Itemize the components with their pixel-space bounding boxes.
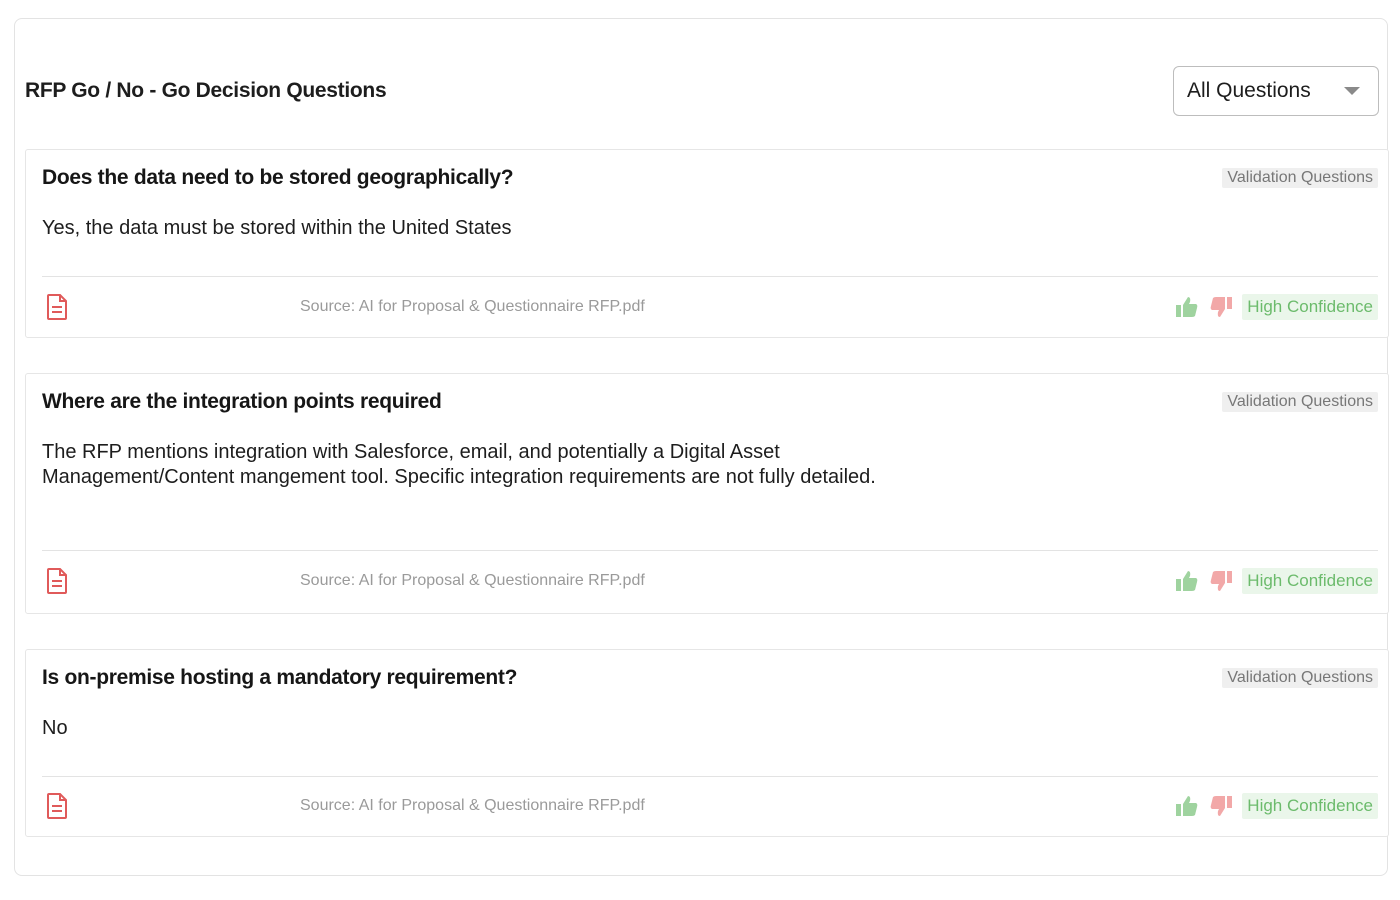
answer-text: Yes, the data must be stored within the … <box>42 217 512 239</box>
feedback-group: High Confidence <box>1174 793 1378 819</box>
source-link[interactable]: Source: AI for Proposal & Questionnaire … <box>300 797 645 815</box>
answer-text: The RFP mentions integration with Salesf… <box>42 441 876 488</box>
document-icon[interactable] <box>44 792 70 820</box>
thumbs-down-icon[interactable] <box>1208 568 1234 594</box>
card-divider <box>42 550 1378 551</box>
question-text: Does the data need to be stored geograph… <box>42 166 514 189</box>
feedback-group: High Confidence <box>1174 568 1378 594</box>
thumbs-down-icon[interactable] <box>1208 294 1234 320</box>
question-filter-select[interactable]: All Questions <box>1173 66 1379 116</box>
answer-text: No <box>42 717 68 739</box>
decision-questions-panel: RFP Go / No - Go Decision Questions All … <box>14 18 1389 876</box>
question-card: Where are the integration points require… <box>25 373 1389 614</box>
card-divider <box>42 276 1378 277</box>
panel-header: RFP Go / No - Go Decision Questions All … <box>25 65 1379 117</box>
card-divider <box>42 776 1378 777</box>
confidence-badge: High Confidence <box>1242 294 1378 320</box>
source-link[interactable]: Source: AI for Proposal & Questionnaire … <box>300 572 645 590</box>
question-card: Does the data need to be stored geograph… <box>25 149 1389 338</box>
card-footer: Source: AI for Proposal & Questionnaire … <box>42 287 1378 327</box>
document-icon[interactable] <box>44 293 70 321</box>
confidence-badge: High Confidence <box>1242 793 1378 819</box>
thumbs-up-icon[interactable] <box>1174 568 1200 594</box>
question-card: Is on-premise hosting a mandatory requir… <box>25 649 1389 837</box>
chevron-down-icon <box>1344 87 1360 95</box>
feedback-group: High Confidence <box>1174 294 1378 320</box>
question-category-badge: Validation Questions <box>1222 668 1378 688</box>
question-filter-value: All Questions <box>1187 79 1311 102</box>
thumbs-down-icon[interactable] <box>1208 793 1234 819</box>
question-category-badge: Validation Questions <box>1222 168 1378 188</box>
document-icon[interactable] <box>44 567 70 595</box>
confidence-badge: High Confidence <box>1242 568 1378 594</box>
question-text: Is on-premise hosting a mandatory requir… <box>42 666 518 689</box>
card-footer: Source: AI for Proposal & Questionnaire … <box>42 786 1378 826</box>
source-link[interactable]: Source: AI for Proposal & Questionnaire … <box>300 298 645 316</box>
panel-title: RFP Go / No - Go Decision Questions <box>25 79 387 102</box>
thumbs-up-icon[interactable] <box>1174 294 1200 320</box>
question-category-badge: Validation Questions <box>1222 392 1378 412</box>
thumbs-up-icon[interactable] <box>1174 793 1200 819</box>
card-footer: Source: AI for Proposal & Questionnaire … <box>42 561 1378 601</box>
question-text: Where are the integration points require… <box>42 390 442 413</box>
